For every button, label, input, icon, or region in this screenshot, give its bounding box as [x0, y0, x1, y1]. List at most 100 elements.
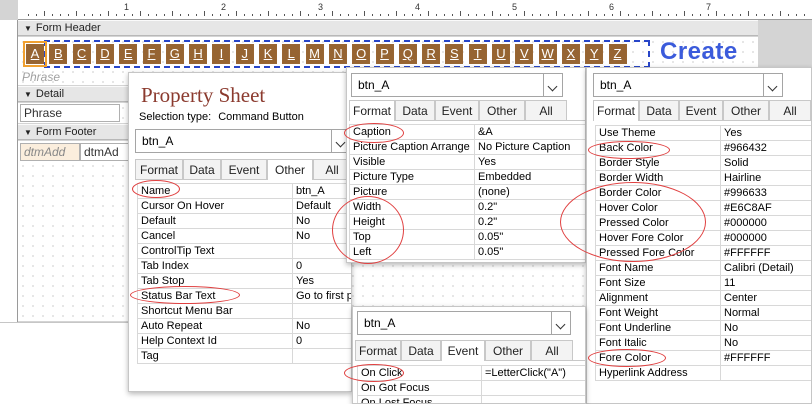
property-value[interactable]: No [292, 228, 351, 244]
property-value[interactable] [481, 380, 585, 396]
letter-button-y[interactable]: Y [585, 44, 604, 64]
property-row-tag[interactable]: Tag [137, 348, 351, 364]
property-row-on-lost-focus[interactable]: On Lost Focus [357, 395, 585, 403]
property-row-on-got-focus[interactable]: On Got Focus [357, 380, 585, 396]
letter-button-e[interactable]: E [119, 44, 138, 64]
property-row-fore-color[interactable]: Fore Color #FFFFFF [595, 350, 811, 366]
property-value[interactable] [292, 348, 351, 364]
property-value[interactable]: (none) [474, 184, 585, 200]
tab-other[interactable]: Other [723, 100, 769, 120]
letter-button-c[interactable]: C [72, 44, 91, 64]
property-row-left[interactable]: Left 0.05" [349, 244, 585, 260]
property-row-top[interactable]: Top 0.05" [349, 229, 585, 245]
letter-button-t[interactable]: T [468, 44, 487, 64]
tab-event[interactable]: Event [221, 159, 267, 179]
property-row-auto-repeat[interactable]: Auto Repeat No [137, 318, 351, 334]
property-row-back-color[interactable]: Back Color #966432 [595, 140, 811, 156]
property-row-pressed-fore-color[interactable]: Pressed Fore Color #FFFFFF [595, 245, 811, 261]
property-row-picture-type[interactable]: Picture Type Embedded [349, 169, 585, 185]
property-value[interactable]: Yes [474, 154, 585, 170]
letter-button-q[interactable]: Q [398, 44, 417, 64]
property-row-font-name[interactable]: Font Name Calibri (Detail) [595, 260, 811, 276]
property-row-height[interactable]: Height 0.2" [349, 214, 585, 230]
tab-event[interactable]: Event [441, 340, 485, 361]
letter-button-o[interactable]: O [352, 44, 371, 64]
tab-all[interactable]: All [769, 100, 811, 120]
phrase-field[interactable]: Phrase [20, 104, 120, 122]
property-value[interactable]: No Picture Caption [474, 139, 585, 155]
object-selector[interactable]: btn_A [351, 73, 563, 97]
tab-format[interactable]: Format [355, 340, 401, 360]
letter-button-d[interactable]: D [95, 44, 114, 64]
property-value[interactable]: #E6C8AF [720, 200, 811, 216]
letter-button-p[interactable]: P [375, 44, 394, 64]
property-row-font-underline[interactable]: Font Underline No [595, 320, 811, 336]
dtmadd-label[interactable]: dtmAdd [20, 143, 80, 161]
letter-button-g[interactable]: G [165, 44, 184, 64]
letter-button-b[interactable]: B [49, 44, 68, 64]
tab-format[interactable]: Format [349, 100, 395, 121]
letter-button-z[interactable]: Z [608, 44, 627, 64]
property-value[interactable] [481, 395, 585, 403]
property-row-help-context-id[interactable]: Help Context Id 0 [137, 333, 351, 349]
property-row-width[interactable]: Width 0.2" [349, 199, 585, 215]
chevron-down-icon[interactable] [543, 73, 563, 97]
tab-format[interactable]: Format [593, 100, 639, 121]
property-value[interactable]: 0 [292, 333, 351, 349]
property-row-shortcut-menu-bar[interactable]: Shortcut Menu Bar [137, 303, 351, 319]
property-row-hover-color[interactable]: Hover Color #E6C8AF [595, 200, 811, 216]
tab-data[interactable]: Data [183, 159, 221, 179]
property-row-pressed-color[interactable]: Pressed Color #000000 [595, 215, 811, 231]
property-value[interactable]: Go to first phrase starting with A [292, 288, 351, 304]
letter-button-n[interactable]: N [328, 44, 347, 64]
dtmadd-field[interactable]: dtmAd [80, 143, 130, 161]
tab-all[interactable]: All [531, 340, 573, 360]
property-value[interactable]: No [720, 320, 811, 336]
property-value[interactable]: #000000 [720, 230, 811, 246]
property-row-border-style[interactable]: Border Style Solid [595, 155, 811, 171]
tab-other[interactable]: Other [485, 340, 531, 360]
chevron-down-icon[interactable] [551, 311, 571, 335]
letter-button-v[interactable]: V [515, 44, 534, 64]
property-value[interactable]: #000000 [720, 215, 811, 231]
property-value[interactable]: Calibri (Detail) [720, 260, 811, 276]
property-row-font-italic[interactable]: Font Italic No [595, 335, 811, 351]
letter-button-l[interactable]: L [282, 44, 301, 64]
property-row-use-theme[interactable]: Use Theme Yes [595, 125, 811, 141]
property-value[interactable]: Center [720, 290, 811, 306]
letter-button-f[interactable]: F [142, 44, 161, 64]
object-selector[interactable]: btn_A [593, 73, 783, 97]
letter-button-k[interactable]: K [259, 44, 277, 64]
object-selector[interactable]: btn_A [357, 311, 571, 335]
tab-other[interactable]: Other [267, 159, 313, 180]
property-value[interactable]: 0.2" [474, 214, 585, 230]
tab-data[interactable]: Data [639, 100, 679, 120]
property-row-caption[interactable]: Caption &A [349, 124, 585, 140]
letter-button-s[interactable]: S [445, 44, 464, 64]
property-value[interactable]: 0.2" [474, 199, 585, 215]
property-row-font-size[interactable]: Font Size 11 [595, 275, 811, 291]
property-row-controltip-text[interactable]: ControlTip Text [137, 243, 351, 259]
property-value[interactable]: No [292, 213, 351, 229]
tab-event[interactable]: Event [679, 100, 723, 120]
property-value[interactable]: 11 [720, 275, 811, 291]
property-value[interactable]: 0 [292, 258, 351, 274]
property-value[interactable]: Solid [720, 155, 811, 171]
property-value[interactable]: #996633 [720, 185, 811, 201]
tab-all[interactable]: All [525, 100, 567, 120]
property-row-visible[interactable]: Visible Yes [349, 154, 585, 170]
property-row-tab-index[interactable]: Tab Index 0 [137, 258, 351, 274]
property-value[interactable]: Yes [292, 273, 351, 289]
property-row-border-color[interactable]: Border Color #996633 [595, 185, 811, 201]
letter-button-w[interactable]: W [538, 44, 557, 64]
letter-button-j[interactable]: J [235, 44, 254, 64]
property-row-on-click[interactable]: On Click =LetterClick("A") [357, 365, 585, 381]
property-value[interactable]: Hairline [720, 170, 811, 186]
property-value[interactable] [292, 243, 351, 259]
letter-button-a[interactable]: A [23, 41, 47, 67]
tab-event[interactable]: Event [435, 100, 479, 120]
property-row-picture[interactable]: Picture (none) [349, 184, 585, 200]
tab-other[interactable]: Other [479, 100, 525, 120]
property-value[interactable]: No [292, 318, 351, 334]
letter-button-m[interactable]: M [305, 44, 324, 64]
